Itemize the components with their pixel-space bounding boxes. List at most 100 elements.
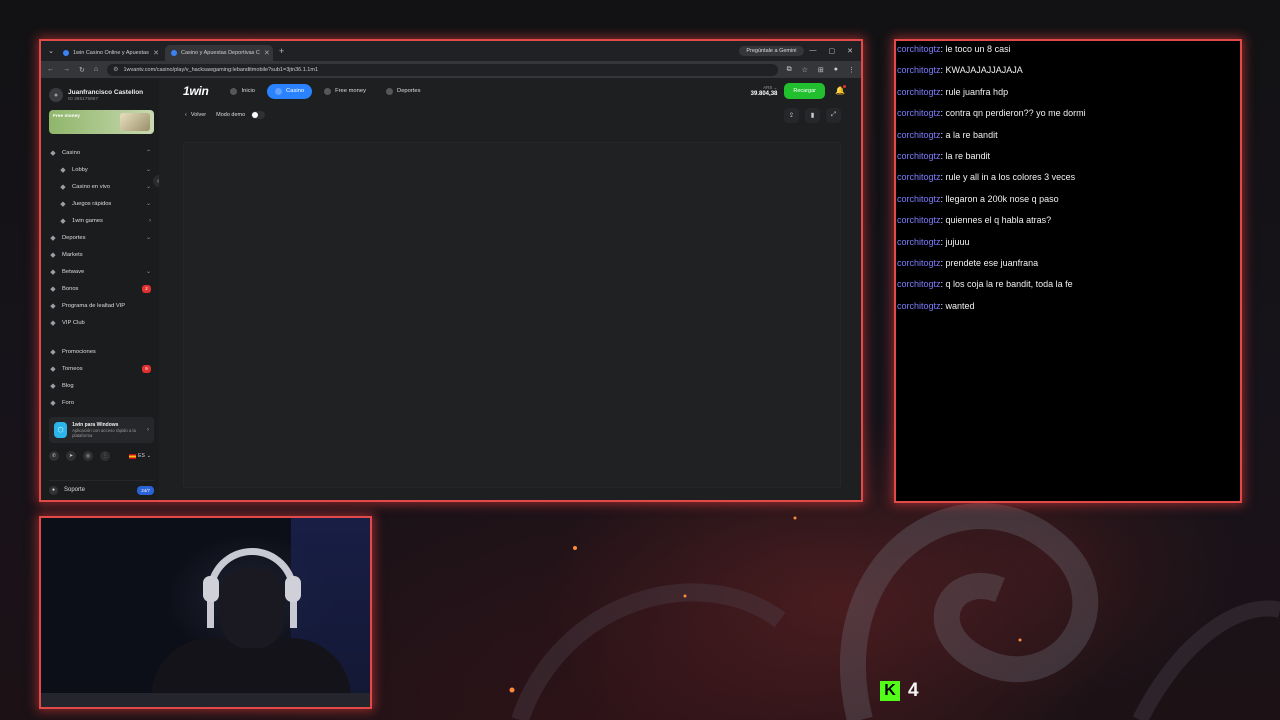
browser-tab-2[interactable]: Casino y Apuestas Deportivas C ✕ (165, 45, 273, 61)
more-icon[interactable]: ⋮ (100, 451, 110, 461)
browser-tab-1[interactable]: 1win Casino Online y Apuestas ✕ (57, 45, 165, 61)
chat-username[interactable]: corchitogtz (897, 87, 941, 97)
sidebar-item[interactable]: ◆ Foro (49, 394, 154, 411)
gemini-button[interactable]: Pregúntale a Gemini (739, 46, 804, 56)
forward-icon[interactable]: → (63, 66, 70, 73)
user-profile[interactable]: ● Juanfrancisco Castellon ID 385175967 (49, 84, 154, 106)
nav-divider (49, 331, 154, 343)
sidebar: ● Juanfrancisco Castellon ID 385175967 F… (41, 78, 165, 500)
vip-program-icon: ◆ (50, 302, 56, 310)
reload-icon[interactable]: ↻ (79, 66, 85, 74)
sidebar-item-label: Betwave (62, 268, 85, 275)
chat-username[interactable]: corchitogtz (897, 151, 941, 161)
sidebar-item[interactable]: ◆ Lobby ⌄ (49, 161, 154, 178)
back-icon[interactable]: ← (47, 66, 54, 73)
sidebar-item[interactable]: ◆ Casino ⌃ (49, 144, 154, 161)
back-button[interactable]: ‹ Volver (185, 112, 206, 118)
sidebar-item[interactable]: ◆ Programa de lealtad VIP (49, 297, 154, 314)
sidebar-item[interactable]: ◆ Betwave ⌄ (49, 263, 154, 280)
free-money-banner[interactable]: Free money (49, 110, 154, 134)
share-icon[interactable]: ⇪ (784, 107, 799, 123)
sidebar-item[interactable]: ◆ Casino en vivo ⌄ (49, 178, 154, 195)
sidebar-item-label: Blog (62, 382, 74, 389)
support-button[interactable]: ● Soporte 24/7 (49, 480, 154, 497)
tab-search-icon[interactable]: ⌄ (45, 47, 57, 55)
lobby-icon: ◆ (60, 166, 66, 174)
toggle-switch[interactable] (251, 111, 266, 119)
telegram-icon[interactable]: ➤ (66, 451, 76, 461)
install-icon[interactable]: ⧉ (787, 66, 792, 74)
chat-username[interactable]: corchitogtz (897, 65, 941, 75)
game-frame[interactable] (183, 142, 841, 488)
header-nav-2[interactable]: Free money (316, 84, 374, 99)
header-nav-0[interactable]: Inicio (222, 84, 263, 99)
chevron-icon: ⌄ (145, 201, 151, 207)
chat-text: : jujuuu (940, 236, 970, 247)
kick-logo-icon: K (880, 681, 900, 701)
home-icon (230, 87, 238, 95)
tab-favicon-icon (63, 50, 69, 56)
instagram-icon[interactable]: ◎ (83, 451, 93, 461)
sidebar-item[interactable]: ◆ Bonos 2 (49, 280, 154, 297)
sidebar-item-label: Juegos rápidos (72, 200, 112, 207)
support-badge: 24/7 (137, 485, 154, 495)
sidebar-item-label: Deportes (62, 234, 86, 241)
menu-icon[interactable]: ⋮ (848, 66, 855, 74)
demo-mode-toggle[interactable]: Modo demo (216, 111, 266, 119)
url-field[interactable]: ⚙ 1wvantv.com/casino/play/v_hacksawgamin… (107, 63, 778, 76)
balance-display[interactable]: ARS ⌄ 39.804,38 (751, 85, 778, 97)
header-nav-label: Inicio (241, 88, 256, 94)
chevron-down-icon: ⌄ (146, 453, 151, 459)
sidebar-item[interactable]: ◆ Deportes ⌄ (49, 229, 154, 246)
chat-username[interactable]: corchitogtz (897, 194, 941, 204)
main-area: 1win Inicio Casino Free money Deportes ARS … (159, 78, 861, 500)
sidebar-nav-secondary: ◆ Promociones ◆ Torneos 9 ◆ Blog ◆ Foro (49, 343, 154, 411)
chat-username[interactable]: corchitogtz (897, 215, 941, 225)
chat-username[interactable]: corchitogtz (897, 258, 941, 268)
sidebar-item[interactable]: ◆ Juegos rápidos ⌄ (49, 195, 154, 212)
sidebar-item-label: Torneos (62, 365, 83, 372)
tab-close-icon[interactable]: ✕ (264, 49, 270, 57)
balance-value: 39.804,38 (750, 91, 778, 97)
windows-app-banner[interactable]: ⬡ 1win para Windows Aplicación con acces… (49, 417, 154, 443)
bookmark-icon[interactable]: ▮ (805, 107, 820, 123)
demo-label: Modo demo (216, 112, 246, 118)
sidebar-item[interactable]: ◆ Torneos 9 (49, 360, 154, 377)
whatsapp-icon[interactable]: ✆ (49, 451, 59, 461)
chat-username[interactable]: corchitogtz (897, 108, 941, 118)
fullscreen-icon[interactable]: ⤢ (826, 107, 841, 123)
sidebar-item[interactable]: ◆ Blog (49, 377, 154, 394)
brand-logo[interactable]: 1win (183, 84, 209, 98)
sidebar-item[interactable]: ◆ Markets (49, 246, 154, 263)
sidebar-item[interactable]: ◆ Promociones (49, 343, 154, 360)
extensions-icon[interactable]: ⊞ (818, 66, 824, 74)
profile-icon[interactable]: ● (834, 66, 838, 74)
site-info-icon[interactable]: ⚙ (113, 66, 118, 73)
recargar-button[interactable]: Recargar (784, 83, 825, 99)
chat-username[interactable]: corchitogtz (897, 44, 941, 54)
new-tab-icon[interactable]: + (273, 46, 290, 56)
home-icon[interactable]: ⌂ (94, 66, 98, 73)
social-links: ✆ ➤ ◎ ⋮ ES ⌄ (49, 450, 154, 462)
chat-text: : le toco un 8 casi (940, 44, 1011, 54)
bookmark-star-icon[interactable]: ☆ (802, 66, 808, 74)
sidebar-item[interactable]: ◆ VIP Club (49, 314, 154, 331)
kick-viewer-count: K 4 (880, 680, 919, 702)
header-nav-label: Casino (286, 88, 305, 94)
maximize-icon[interactable]: ▢ (829, 47, 836, 55)
notifications-bell-icon[interactable]: 🔔 (835, 85, 846, 96)
chat-username[interactable]: corchitogtz (897, 279, 941, 289)
header-nav-3[interactable]: Deportes (378, 84, 429, 99)
chat-username[interactable]: corchitogtz (897, 172, 941, 182)
close-window-icon[interactable]: ✕ (847, 47, 853, 55)
language-selector[interactable]: ES ⌄ (129, 453, 154, 459)
site-header: 1win Inicio Casino Free money Deportes ARS … (159, 78, 861, 104)
desk (41, 693, 370, 707)
tab-close-icon[interactable]: ✕ (153, 49, 159, 57)
chat-username[interactable]: corchitogtz (897, 301, 941, 311)
sidebar-item[interactable]: ◆ 1win games › (49, 212, 154, 229)
chat-username[interactable]: corchitogtz (897, 237, 941, 247)
header-nav-1[interactable]: Casino (267, 83, 313, 99)
chat-username[interactable]: corchitogtz (897, 130, 941, 140)
minimize-icon[interactable]: — (810, 47, 817, 55)
